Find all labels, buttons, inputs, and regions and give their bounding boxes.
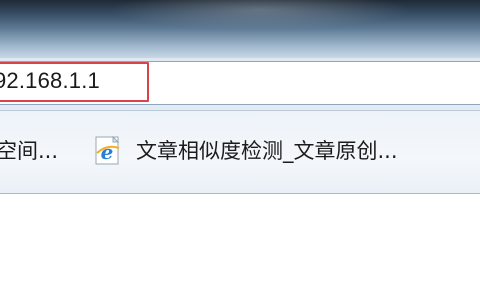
favorite-item-space[interactable]: 空间... [0,135,58,167]
favorite-item-article-check[interactable]: e 文章相似度检测_文章原创... [94,135,398,167]
title-bar [0,0,480,58]
address-url-text[interactable]: 92.168.1.1 [0,66,100,96]
favorites-bar: 空间... e 文章相似度检测_文章原创... [0,111,480,194]
browser-window: 92.168.1.1 空间... e 文章相似度检测_文章原创... [0,0,480,300]
svg-text:e: e [101,140,114,164]
address-bar-row: 92.168.1.1 [0,58,480,111]
favorite-item-label: 空间... [0,139,59,163]
ie-icon: e [94,135,124,166]
page-content [0,194,480,300]
title-bar-sheen [110,0,410,30]
favorite-item-label: 文章相似度检测_文章原创... [136,139,398,163]
